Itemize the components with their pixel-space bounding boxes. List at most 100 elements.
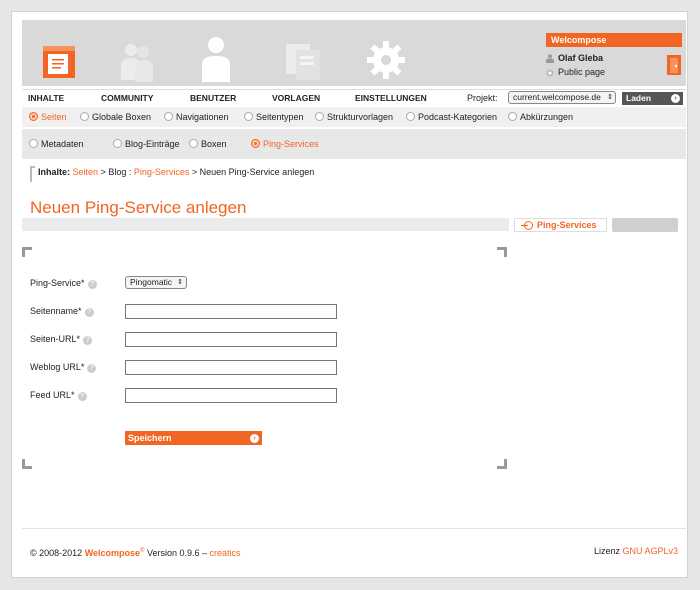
subnav-item-blog-eintraege[interactable]: Blog-Einträge <box>113 139 180 150</box>
footer-divider <box>22 528 686 529</box>
subnav-item-label: Seitentypen <box>256 112 304 122</box>
ping-service-select-value: Pingomatic <box>130 277 173 287</box>
project-select[interactable]: current.welcompose.de ⇕ <box>508 91 616 104</box>
nav-inhalte[interactable]: INHALTE <box>28 93 64 103</box>
settings-gear-icon[interactable] <box>366 40 406 82</box>
breadcrumb-link-ping[interactable]: Ping-Services <box>134 167 190 177</box>
seiten-url-input[interactable] <box>125 332 337 347</box>
page-title: Neuen Ping-Service anlegen <box>30 198 247 217</box>
subnav-item-label: Blog-Einträge <box>125 139 180 149</box>
radio-icon <box>508 112 517 121</box>
footer-copyright: © 2008-2012 Welcompose® Version 0.9.6 – … <box>30 546 241 559</box>
license-label: Lizenz <box>594 546 623 556</box>
radio-icon <box>29 139 38 148</box>
radio-icon <box>164 112 173 121</box>
subnav-item-ping-services[interactable]: Ping-Services <box>251 139 319 150</box>
subnav-item-strukturvorlagen[interactable]: Strukturvorlagen <box>315 112 393 123</box>
current-user: Olaf Gleba <box>546 53 603 64</box>
subnav-item-label: Ping-Services <box>263 139 319 149</box>
ping-service-label: Ping-Service*? <box>30 278 97 289</box>
logo-book-icon[interactable] <box>42 44 78 80</box>
save-button[interactable]: Speichern › <box>125 431 262 445</box>
subnav-item-abkuerzungen[interactable]: Abkürzungen <box>508 112 573 123</box>
subnav-item-label: Metadaten <box>41 139 84 149</box>
subnav-item-label: Strukturvorlagen <box>327 112 394 122</box>
subnav-item-boxen[interactable]: Boxen <box>189 139 227 150</box>
feed-url-input[interactable] <box>125 388 337 403</box>
logout-door-icon[interactable] <box>666 54 682 76</box>
globe-icon <box>546 69 554 77</box>
public-page-label: Public page <box>558 67 606 77</box>
field-label-text: Ping-Service* <box>30 278 85 288</box>
corner-marker <box>497 247 507 257</box>
help-icon[interactable]: ? <box>77 392 87 401</box>
load-button[interactable]: Laden › <box>622 92 683 105</box>
subnav-item-metadaten[interactable]: Metadaten <box>29 139 84 150</box>
help-icon[interactable]: ? <box>84 308 94 317</box>
ping-services-tab-label: Ping-Services <box>537 220 597 230</box>
back-arrow-icon <box>521 221 533 233</box>
save-button-label: Speichern <box>128 433 172 443</box>
seitenname-input[interactable] <box>125 304 337 319</box>
subnav-item-label: Abkürzungen <box>520 112 574 122</box>
radio-icon <box>315 112 324 121</box>
license-link[interactable]: GNU AGPLv3 <box>623 546 679 556</box>
breadcrumb-prefix: Inhalte: <box>38 167 71 177</box>
subnav-item-globale-boxen[interactable]: Globale Boxen <box>80 112 151 123</box>
subnav-item-label: Navigationen <box>176 112 229 122</box>
user-icon[interactable] <box>198 36 234 86</box>
radio-active-icon <box>251 139 260 148</box>
select-arrows-icon: ⇕ <box>177 279 183 286</box>
radio-icon <box>244 112 253 121</box>
public-page-link[interactable]: Public page <box>546 67 605 78</box>
breadcrumb-link-seiten[interactable]: Seiten <box>73 167 99 177</box>
header: Welcompose Olaf Gleba Public page <box>22 20 686 86</box>
weblog-url-input[interactable] <box>125 360 337 375</box>
corner-marker <box>22 459 32 469</box>
nav-einstellungen[interactable]: EINSTELLUNGEN <box>355 93 427 103</box>
subnav-item-label: Boxen <box>201 139 227 149</box>
corner-marker <box>497 459 507 469</box>
seiten-url-label: Seiten-URL*? <box>30 334 93 345</box>
footer-license: Lizenz GNU AGPLv3 <box>594 546 678 557</box>
nav-community[interactable]: COMMUNITY <box>101 93 153 103</box>
subnav-item-seiten[interactable]: Seiten <box>29 112 67 123</box>
version-text: Version 0.9.6 – <box>144 548 210 558</box>
field-label-text: Feed URL* <box>30 390 75 400</box>
radio-active-icon <box>29 112 38 121</box>
nav-vorlagen[interactable]: VORLAGEN <box>272 93 320 103</box>
ping-service-select[interactable]: Pingomatic ⇕ <box>125 276 187 289</box>
corner-marker <box>22 247 32 257</box>
subnav-item-podcast-kategorien[interactable]: Podcast-Kategorien <box>406 112 497 123</box>
field-label-text: Seiten-URL* <box>30 334 81 344</box>
content-header-bar <box>22 218 509 231</box>
subnav-item-seitentypen[interactable]: Seitentypen <box>244 112 304 123</box>
project-label: Projekt: <box>467 93 498 103</box>
page-container: Welcompose Olaf Gleba Public page INHALT… <box>11 11 688 578</box>
help-icon[interactable]: ? <box>87 280 97 289</box>
radio-icon <box>80 112 89 121</box>
breadcrumb-sep: > Blog : <box>98 167 134 177</box>
templates-icon[interactable] <box>284 42 324 84</box>
arrow-circle-icon: › <box>250 433 259 443</box>
subnav-item-label: Seiten <box>41 112 67 122</box>
subnav-secondary: Metadaten Blog-Einträge Boxen Ping-Servi… <box>22 129 686 159</box>
arrow-circle-icon: › <box>671 94 680 103</box>
field-label-text: Seitenname* <box>30 306 82 316</box>
nav-benutzer[interactable]: BENUTZER <box>190 93 236 103</box>
subnav-item-navigationen[interactable]: Navigationen <box>164 112 229 123</box>
subnav-item-label: Globale Boxen <box>92 112 152 122</box>
creatics-link[interactable]: creatics <box>210 548 241 558</box>
field-label-text: Weblog URL* <box>30 362 85 372</box>
secondary-tab[interactable] <box>612 218 678 232</box>
ping-services-tab[interactable]: Ping-Services <box>514 218 607 232</box>
user-name: Olaf Gleba <box>558 53 604 63</box>
help-icon[interactable]: ? <box>87 364 97 373</box>
help-icon[interactable]: ? <box>83 336 93 345</box>
radio-icon <box>113 139 122 148</box>
radio-icon <box>406 112 415 121</box>
community-icon[interactable] <box>117 42 157 84</box>
weblog-url-label: Weblog URL*? <box>30 362 97 373</box>
feed-url-label: Feed URL*? <box>30 390 87 401</box>
footer-brand-link[interactable]: Welcompose <box>85 548 140 558</box>
